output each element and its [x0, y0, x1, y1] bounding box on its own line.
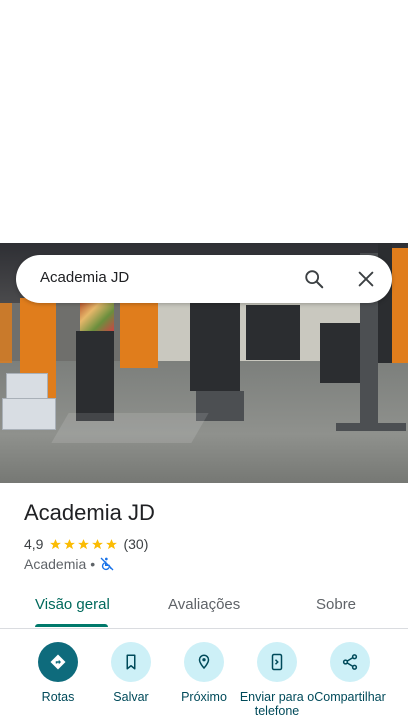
photo-machine — [190, 301, 240, 391]
send-to-phone-label: Enviar para o telefone — [239, 690, 315, 718]
save-button-circle — [111, 642, 151, 682]
photo-storage-box — [2, 398, 56, 430]
tab-about[interactable]: Sobre — [316, 596, 356, 613]
directions-button-circle — [38, 642, 78, 682]
share-button-circle — [330, 642, 370, 682]
separator-dot: • — [90, 556, 96, 572]
review-count: (30) — [123, 536, 149, 552]
photo-machine — [336, 423, 406, 431]
nearby-button-circle — [184, 642, 224, 682]
star-icon — [50, 538, 62, 549]
directions-button[interactable]: Rotas — [20, 640, 96, 704]
photo-pillar — [392, 248, 408, 363]
action-bar: Rotas Salvar Próximo Enviar para o telef… — [0, 640, 408, 726]
send-to-phone-button-circle — [257, 642, 297, 682]
directions-label: Rotas — [41, 690, 75, 704]
search-icon[interactable] — [303, 268, 325, 290]
search-bar[interactable]: Academia JD — [16, 255, 392, 303]
blank-map-area — [0, 0, 408, 243]
photo-poster — [80, 301, 114, 331]
save-label: Salvar — [113, 690, 149, 704]
send-to-phone-button[interactable]: Enviar para o telefone — [239, 640, 315, 718]
star-icon — [92, 538, 104, 549]
send-to-phone-icon — [271, 653, 283, 671]
rating-row[interactable]: 4,9 (30) — [24, 536, 148, 552]
place-title: Academia JD — [24, 500, 155, 525]
place-category: Academia — [24, 556, 87, 572]
rating-stars — [49, 538, 119, 551]
rating-value: 4,9 — [24, 536, 44, 552]
photo-floor-reflection — [51, 413, 209, 443]
directions-icon — [50, 654, 66, 670]
star-icon — [78, 538, 90, 549]
category-row: Academia • — [24, 556, 115, 572]
place-tabs: Visão geral Avaliações Sobre — [0, 584, 408, 629]
nearby-label: Próximo — [181, 690, 227, 704]
star-icon — [64, 538, 76, 549]
photo-machine — [76, 331, 114, 421]
close-icon[interactable] — [355, 268, 377, 290]
active-tab-indicator — [35, 624, 108, 627]
share-icon — [342, 654, 358, 670]
photo-pillar — [0, 303, 12, 363]
star-icon — [106, 538, 118, 549]
tab-overview[interactable]: Visão geral — [35, 596, 110, 613]
save-button[interactable]: Salvar — [93, 640, 169, 704]
share-button[interactable]: Compartilhar — [312, 640, 388, 704]
tab-reviews[interactable]: Avaliações — [168, 596, 240, 613]
wheelchair-not-accessible-icon — [100, 557, 114, 571]
photo-machine — [246, 305, 300, 360]
bookmark-icon — [126, 654, 136, 670]
share-label: Compartilhar — [314, 690, 386, 704]
nearby-button[interactable]: Próximo — [166, 640, 242, 704]
nearby-icon — [198, 654, 210, 670]
search-input[interactable]: Academia JD — [40, 269, 129, 286]
photo-machine — [320, 323, 360, 383]
